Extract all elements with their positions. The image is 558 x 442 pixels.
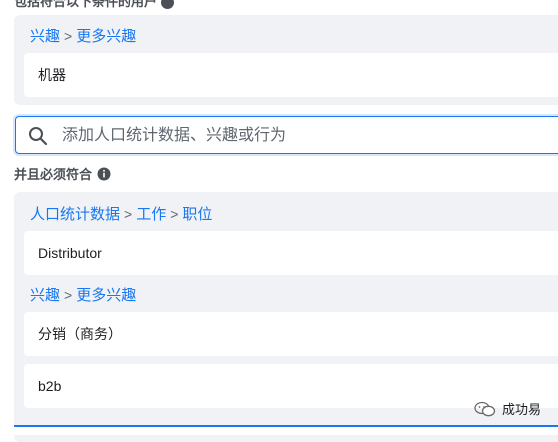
breadcrumb-separator: > — [64, 28, 73, 44]
interest-item-label: 机器 — [38, 67, 66, 83]
breadcrumb-link-work[interactable]: 工作 — [136, 206, 166, 223]
breadcrumb-link-more-interests[interactable]: 更多兴趣 — [76, 287, 136, 304]
breadcrumb-link-job-title[interactable]: 职位 — [182, 206, 212, 223]
breadcrumb-link-more-interests[interactable]: 更多兴趣 — [76, 28, 136, 45]
next-input-edge[interactable] — [14, 425, 558, 435]
search-box[interactable] — [15, 116, 558, 155]
list-item[interactable]: Distributor — [24, 231, 558, 275]
wechat-icon — [474, 401, 496, 416]
breadcrumb-interests: 兴趣 > 更多兴趣 — [30, 25, 136, 46]
info-icon[interactable] — [97, 167, 111, 181]
search-icon — [29, 127, 48, 146]
breadcrumb-separator: > — [64, 287, 73, 303]
breadcrumb-link-interests[interactable]: 兴趣 — [30, 28, 60, 45]
watermark-text: 成功易 — [502, 402, 542, 417]
watermark: 成功易 — [474, 399, 541, 418]
breadcrumb-link-demographics[interactable]: 人口统计数据 — [30, 206, 120, 223]
include-section-label: 包括符合以下条件的用户 — [14, 0, 175, 10]
job-title-item-label: Distributor — [38, 245, 102, 261]
breadcrumb-separator: > — [170, 206, 179, 222]
interest-item-label: 分销（商务） — [38, 326, 122, 342]
list-item[interactable]: 机器 — [24, 53, 558, 97]
info-icon — [161, 0, 175, 10]
breadcrumb-link-interests[interactable]: 兴趣 — [30, 287, 60, 304]
breadcrumb-separator: > — [124, 206, 133, 222]
include-panel: 兴趣 > 更多兴趣 机器 — [14, 15, 558, 105]
narrow-section-label: 并且必须符合 — [14, 164, 111, 183]
breadcrumb-demographics: 人口统计数据 > 工作 > 职位 — [30, 203, 212, 224]
search-input[interactable] — [60, 117, 558, 155]
interest-item-label: b2b — [38, 378, 62, 394]
list-item[interactable]: 分销（商务） — [24, 312, 558, 356]
breadcrumb-interests: 兴趣 > 更多兴趣 — [30, 284, 136, 305]
